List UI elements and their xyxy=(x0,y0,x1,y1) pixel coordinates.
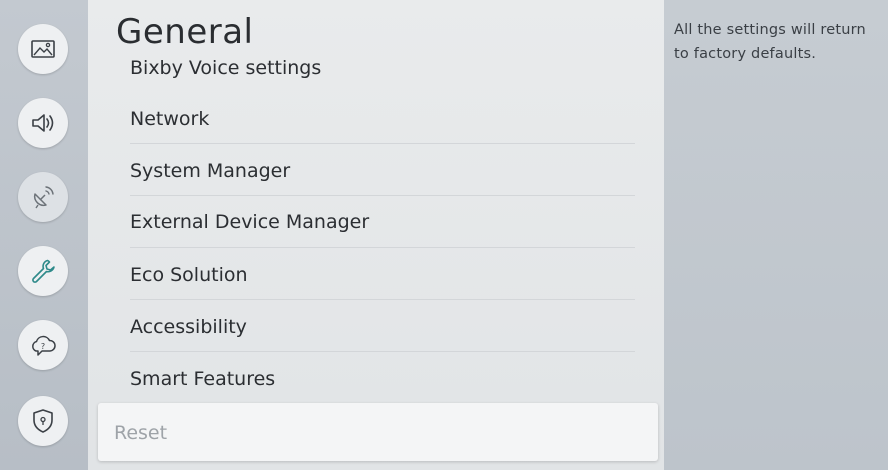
menu-item-system-manager[interactable]: System Manager xyxy=(130,159,290,183)
menu-item-external-device-manager[interactable]: External Device Manager xyxy=(130,210,369,234)
sidebar-item-broadcasting[interactable] xyxy=(18,172,68,222)
divider xyxy=(130,195,635,196)
speaker-icon xyxy=(32,114,54,132)
partial-list-item: Bixby Voice settings xyxy=(88,52,664,78)
sidebar: ? xyxy=(0,0,88,470)
satellite-dish-icon xyxy=(33,186,54,209)
shield-icon xyxy=(33,409,53,433)
divider xyxy=(130,143,635,144)
picture-icon xyxy=(31,40,55,58)
menu-item-network[interactable]: Network xyxy=(130,107,209,131)
sidebar-item-privacy[interactable] xyxy=(18,396,68,446)
menu-item-bixby-voice-settings[interactable]: Bixby Voice settings xyxy=(130,56,321,78)
sidebar-item-picture[interactable] xyxy=(18,24,68,74)
menu-item-eco-solution[interactable]: Eco Solution xyxy=(130,263,248,287)
reset-label: Reset xyxy=(114,422,168,444)
wrench-icon xyxy=(32,259,55,283)
settings-panel: General Bixby Voice settings Network Sys… xyxy=(88,0,664,470)
divider xyxy=(130,247,635,248)
divider xyxy=(130,351,635,352)
divider xyxy=(130,299,635,300)
item-description: All the settings will return to factory … xyxy=(674,22,866,62)
menu-item-accessibility[interactable]: Accessibility xyxy=(130,315,247,339)
svg-text:?: ? xyxy=(41,342,45,351)
info-pane: All the settings will return to factory … xyxy=(664,0,888,470)
sidebar-item-general[interactable] xyxy=(18,246,68,296)
sidebar-item-sound[interactable] xyxy=(18,98,68,148)
sidebar-item-support[interactable]: ? xyxy=(18,320,68,370)
menu-item-reset[interactable]: Reset xyxy=(98,403,658,461)
help-cloud-icon: ? xyxy=(32,335,56,356)
page-title: General xyxy=(116,12,254,52)
menu-item-smart-features[interactable]: Smart Features xyxy=(130,367,275,391)
